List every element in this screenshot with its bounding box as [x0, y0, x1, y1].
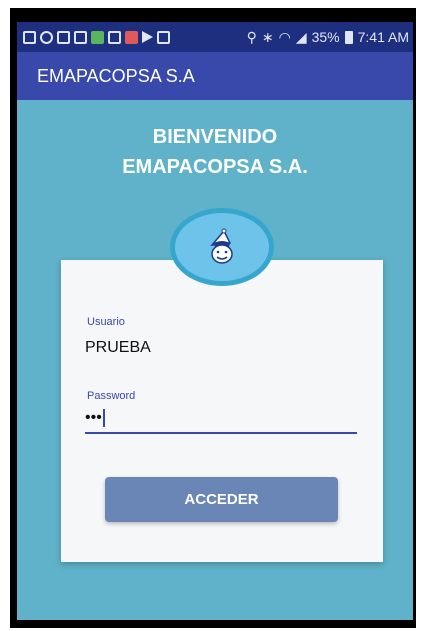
facebook-icon	[157, 30, 170, 44]
acceder-button[interactable]: ACCEDER	[105, 477, 338, 522]
blocked-icon	[40, 30, 53, 44]
welcome-line-2: EMAPACOPSA S.A.	[122, 156, 308, 178]
mascot-icon	[210, 228, 233, 264]
app-title: EMAPACOPSA S.A	[37, 65, 195, 86]
password-underline	[85, 432, 357, 434]
bluetooth-icon: ∗	[261, 28, 274, 45]
usuario-label: Usuario	[87, 316, 125, 328]
password-label: Password	[87, 390, 136, 402]
facebook-icon	[23, 30, 36, 44]
password-field[interactable]: •••	[85, 409, 105, 427]
password-value: •••	[85, 409, 102, 427]
email-icon	[125, 30, 138, 44]
mail-icon	[74, 30, 87, 44]
text-cursor	[102, 409, 105, 427]
login-card: Usuario PRUEBA Password ••• ACCEDER	[61, 260, 383, 562]
battery-icon	[344, 30, 353, 44]
message-icon	[57, 30, 70, 44]
wifi-icon: ◠	[278, 28, 291, 45]
system-icons: ⚲ ∗ ◠ ◢ 35% 7:41 AM	[247, 29, 409, 46]
screenshot-frame: ⚲ ∗ ◠ ◢ 35% 7:41 AM EMAPACOPSA S.A BIENV…	[0, 0, 424, 631]
usuario-field[interactable]: PRUEBA	[85, 339, 151, 357]
clock: 7:41 AM	[357, 29, 409, 45]
status-bar: ⚲ ∗ ◠ ◢ 35% 7:41 AM	[17, 22, 413, 52]
login-screen: BIENVENIDO EMAPACOPSA S.A. Usuario PRUEB…	[17, 100, 413, 620]
notification-icons	[23, 30, 170, 44]
image-icon	[108, 30, 121, 44]
logo	[170, 208, 274, 286]
welcome-line-1: BIENVENIDO	[152, 126, 278, 148]
location-icon: ⚲	[246, 28, 257, 45]
gmail-icon	[91, 30, 104, 44]
app-bar: EMAPACOPSA S.A	[17, 52, 413, 100]
welcome-heading: BIENVENIDO EMAPACOPSA S.A.	[17, 122, 413, 182]
signal-icon: ◢	[295, 28, 307, 45]
battery-percent: 35%	[311, 29, 340, 45]
play-store-icon	[142, 31, 153, 43]
